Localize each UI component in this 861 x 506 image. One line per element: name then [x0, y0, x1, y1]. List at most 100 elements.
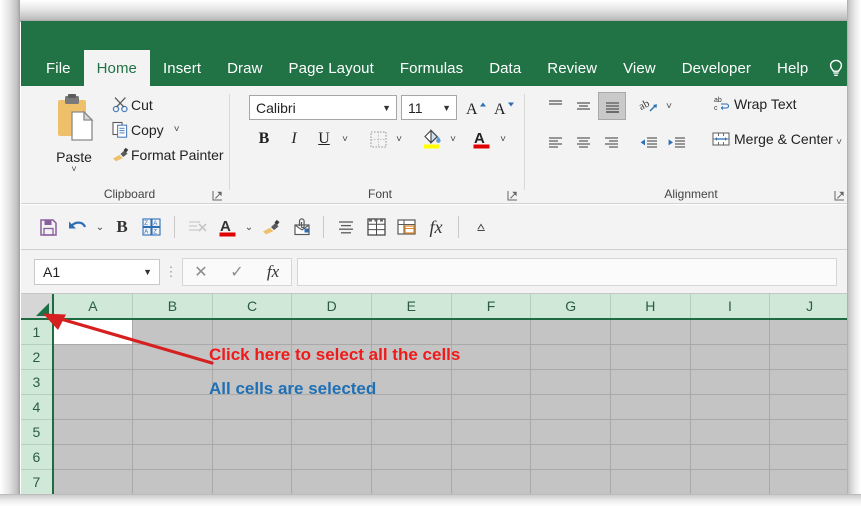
tab-insert[interactable]: Insert	[150, 50, 214, 86]
cell-B3[interactable]	[132, 369, 213, 395]
cell-D1[interactable]	[291, 319, 372, 345]
row-header-5[interactable]: 5	[21, 419, 54, 445]
tab-view[interactable]: View	[610, 50, 669, 86]
copy-button[interactable]: Copy ˅	[109, 121, 180, 138]
tab-help[interactable]: Help	[764, 50, 821, 86]
cell-E3[interactable]	[371, 369, 452, 395]
cell-D3[interactable]	[291, 369, 372, 395]
cell-F1[interactable]	[451, 319, 532, 345]
underline-button[interactable]: U	[311, 126, 337, 152]
merge-and-center-button[interactable]: Merge & Center	[708, 130, 833, 148]
align-left-icon[interactable]	[542, 130, 568, 154]
column-header-g[interactable]: G	[530, 294, 611, 320]
name-box-caret[interactable]: ▼	[143, 267, 152, 277]
column-header-e[interactable]: E	[371, 294, 452, 320]
row-header-1[interactable]: 1	[21, 319, 54, 345]
borders-icon[interactable]	[365, 126, 391, 152]
cell-H1[interactable]	[610, 319, 691, 345]
cell-J2[interactable]	[769, 344, 850, 370]
italic-button[interactable]: I	[281, 126, 307, 152]
row-header-6[interactable]: 6	[21, 444, 54, 470]
formula-bar-grip[interactable]: ⋮	[160, 264, 182, 280]
column-header-c[interactable]: C	[212, 294, 293, 320]
font-dialog-launcher[interactable]	[507, 188, 518, 201]
tab-page-layout[interactable]: Page Layout	[276, 50, 387, 86]
cell-H2[interactable]	[610, 344, 691, 370]
column-header-b[interactable]: B	[132, 294, 213, 320]
cell-E7[interactable]	[371, 469, 452, 494]
font-name-caret[interactable]: ▼	[382, 103, 391, 113]
cell-G6[interactable]	[530, 444, 611, 470]
cell-F4[interactable]	[451, 394, 532, 420]
tab-home[interactable]: Home	[83, 50, 150, 86]
column-header-j[interactable]: J	[769, 294, 850, 320]
cell-J6[interactable]	[769, 444, 850, 470]
cell-F6[interactable]	[451, 444, 532, 470]
cell-I5[interactable]	[690, 419, 771, 445]
font-color-icon[interactable]: A	[212, 212, 242, 242]
cell-H5[interactable]	[610, 419, 691, 445]
cell-B5[interactable]	[132, 419, 213, 445]
align-center-icon[interactable]	[331, 212, 361, 242]
cancel-formula-button[interactable]: ✕	[183, 259, 219, 285]
align-center-icon[interactable]	[570, 130, 596, 154]
cell-E2[interactable]	[371, 344, 452, 370]
all-borders-icon[interactable]	[361, 212, 391, 242]
cell-C6[interactable]	[212, 444, 293, 470]
align-middle-icon[interactable]	[570, 94, 596, 118]
decrease-font-size-icon[interactable]: A	[491, 95, 517, 120]
cell-H3[interactable]	[610, 369, 691, 395]
borders-caret[interactable]: ˅	[391, 130, 407, 148]
fx-icon[interactable]: fx	[421, 212, 451, 242]
cell-J4[interactable]	[769, 394, 850, 420]
column-header-d[interactable]: D	[291, 294, 372, 320]
cell-F2[interactable]	[451, 344, 532, 370]
paste-button[interactable]: Paste ˅	[43, 94, 105, 178]
cell-G5[interactable]	[530, 419, 611, 445]
cell-C5[interactable]	[212, 419, 293, 445]
cell-J5[interactable]	[769, 419, 850, 445]
cell-G4[interactable]	[530, 394, 611, 420]
font-color-caret[interactable]: ˅	[495, 130, 511, 148]
tab-formulas[interactable]: Formulas	[387, 50, 476, 86]
increase-indent-icon[interactable]	[664, 130, 690, 154]
cell-C1[interactable]	[212, 319, 293, 345]
cell-F3[interactable]	[451, 369, 532, 395]
cell-D2[interactable]	[291, 344, 372, 370]
cell-D5[interactable]	[291, 419, 372, 445]
tab-file[interactable]: File	[33, 50, 84, 86]
cell-I7[interactable]	[690, 469, 771, 494]
enter-formula-button[interactable]: ✓	[219, 259, 255, 285]
cell-D4[interactable]	[291, 394, 372, 420]
cell-I2[interactable]	[690, 344, 771, 370]
cell-C7[interactable]	[212, 469, 293, 494]
increase-font-size-icon[interactable]: A	[463, 95, 489, 120]
undo-caret[interactable]: ⌄	[93, 222, 107, 233]
column-header-f[interactable]: F	[451, 294, 532, 320]
row-header-7[interactable]: 7	[21, 469, 54, 494]
cell-B6[interactable]	[132, 444, 213, 470]
cell-A2[interactable]	[52, 344, 134, 370]
insert-function-button[interactable]: fx	[255, 259, 291, 285]
cut-button[interactable]: Cut	[109, 96, 153, 113]
format-painter-button[interactable]: Format Painter	[109, 146, 224, 163]
cell-G2[interactable]	[530, 344, 611, 370]
email-attachment-icon[interactable]	[286, 212, 316, 242]
undo-button[interactable]	[63, 212, 93, 242]
tab-draw[interactable]: Draw	[214, 50, 275, 86]
column-header-a[interactable]: A	[52, 294, 134, 320]
cell-B1[interactable]	[132, 319, 213, 345]
name-box[interactable]: A1 ▼	[34, 258, 160, 285]
cell-E4[interactable]	[371, 394, 452, 420]
alignment-dialog-launcher[interactable]	[834, 188, 845, 201]
fill-color-icon[interactable]	[419, 125, 445, 153]
cell-E1[interactable]	[371, 319, 452, 345]
bold-button[interactable]: B	[107, 212, 137, 242]
clipboard-dialog-launcher[interactable]	[212, 188, 223, 201]
font-color-icon[interactable]: A	[469, 125, 495, 153]
cell-C4[interactable]	[212, 394, 293, 420]
wrap-text-button[interactable]: ab c Wrap Text	[708, 94, 797, 113]
row-header-4[interactable]: 4	[21, 394, 54, 420]
cell-A7[interactable]	[52, 469, 134, 494]
tab-review[interactable]: Review	[534, 50, 610, 86]
